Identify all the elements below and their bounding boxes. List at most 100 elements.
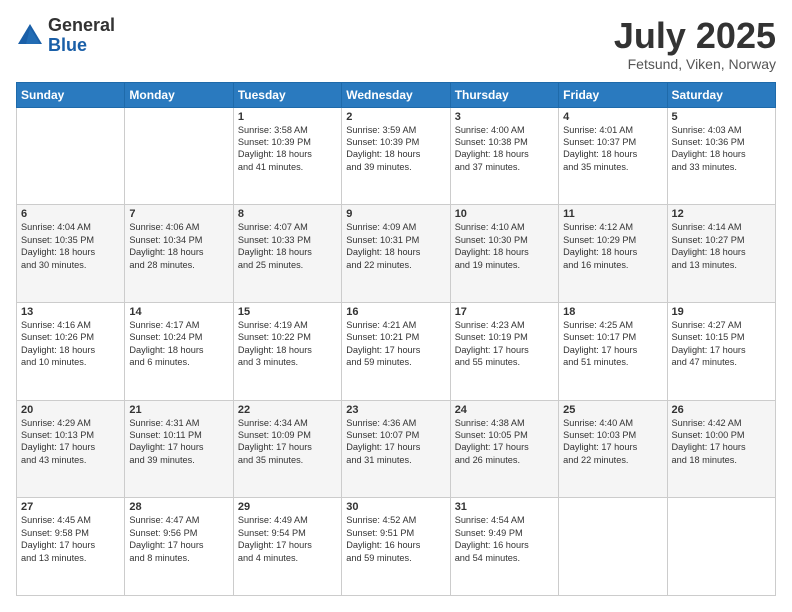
day-number: 10 — [455, 208, 554, 220]
calendar-cell: 7Sunrise: 4:06 AMSunset: 10:34 PMDayligh… — [125, 205, 233, 303]
cell-content: Sunrise: 4:34 AMSunset: 10:09 PMDaylight… — [238, 417, 337, 467]
calendar-cell: 18Sunrise: 4:25 AMSunset: 10:17 PMDaylig… — [559, 302, 667, 400]
calendar-header-sunday: Sunday — [17, 82, 125, 107]
cell-content: Sunrise: 4:47 AMSunset: 9:56 PMDaylight:… — [129, 514, 228, 564]
calendar-cell — [17, 107, 125, 205]
title-block: July 2025 Fetsund, Viken, Norway — [614, 16, 776, 72]
day-number: 16 — [346, 306, 445, 318]
cell-content: Sunrise: 4:04 AMSunset: 10:35 PMDaylight… — [21, 221, 120, 271]
calendar-cell: 22Sunrise: 4:34 AMSunset: 10:09 PMDaylig… — [233, 400, 341, 498]
calendar-cell: 28Sunrise: 4:47 AMSunset: 9:56 PMDayligh… — [125, 498, 233, 596]
cell-content: Sunrise: 4:40 AMSunset: 10:03 PMDaylight… — [563, 417, 662, 467]
day-number: 5 — [672, 111, 771, 123]
day-number: 12 — [672, 208, 771, 220]
calendar-cell: 9Sunrise: 4:09 AMSunset: 10:31 PMDayligh… — [342, 205, 450, 303]
calendar-cell: 14Sunrise: 4:17 AMSunset: 10:24 PMDaylig… — [125, 302, 233, 400]
calendar-cell: 13Sunrise: 4:16 AMSunset: 10:26 PMDaylig… — [17, 302, 125, 400]
calendar-cell — [667, 498, 775, 596]
calendar-cell: 5Sunrise: 4:03 AMSunset: 10:36 PMDayligh… — [667, 107, 775, 205]
calendar-cell: 11Sunrise: 4:12 AMSunset: 10:29 PMDaylig… — [559, 205, 667, 303]
calendar-week-row: 1Sunrise: 3:58 AMSunset: 10:39 PMDayligh… — [17, 107, 776, 205]
day-number: 11 — [563, 208, 662, 220]
cell-content: Sunrise: 4:23 AMSunset: 10:19 PMDaylight… — [455, 319, 554, 369]
day-number: 26 — [672, 404, 771, 416]
calendar-cell: 27Sunrise: 4:45 AMSunset: 9:58 PMDayligh… — [17, 498, 125, 596]
day-number: 2 — [346, 111, 445, 123]
calendar-cell: 26Sunrise: 4:42 AMSunset: 10:00 PMDaylig… — [667, 400, 775, 498]
day-number: 30 — [346, 501, 445, 513]
day-number: 27 — [21, 501, 120, 513]
calendar-header-saturday: Saturday — [667, 82, 775, 107]
cell-content: Sunrise: 4:54 AMSunset: 9:49 PMDaylight:… — [455, 514, 554, 564]
month-title: July 2025 — [614, 16, 776, 56]
calendar-cell: 1Sunrise: 3:58 AMSunset: 10:39 PMDayligh… — [233, 107, 341, 205]
calendar-cell: 24Sunrise: 4:38 AMSunset: 10:05 PMDaylig… — [450, 400, 558, 498]
cell-content: Sunrise: 4:16 AMSunset: 10:26 PMDaylight… — [21, 319, 120, 369]
calendar-cell: 6Sunrise: 4:04 AMSunset: 10:35 PMDayligh… — [17, 205, 125, 303]
calendar-cell: 21Sunrise: 4:31 AMSunset: 10:11 PMDaylig… — [125, 400, 233, 498]
day-number: 24 — [455, 404, 554, 416]
calendar-cell: 25Sunrise: 4:40 AMSunset: 10:03 PMDaylig… — [559, 400, 667, 498]
day-number: 8 — [238, 208, 337, 220]
calendar-header-wednesday: Wednesday — [342, 82, 450, 107]
cell-content: Sunrise: 4:49 AMSunset: 9:54 PMDaylight:… — [238, 514, 337, 564]
cell-content: Sunrise: 4:45 AMSunset: 9:58 PMDaylight:… — [21, 514, 120, 564]
cell-content: Sunrise: 4:42 AMSunset: 10:00 PMDaylight… — [672, 417, 771, 467]
day-number: 19 — [672, 306, 771, 318]
calendar-cell: 20Sunrise: 4:29 AMSunset: 10:13 PMDaylig… — [17, 400, 125, 498]
calendar-cell — [125, 107, 233, 205]
cell-content: Sunrise: 4:07 AMSunset: 10:33 PMDaylight… — [238, 221, 337, 271]
cell-content: Sunrise: 4:36 AMSunset: 10:07 PMDaylight… — [346, 417, 445, 467]
day-number: 6 — [21, 208, 120, 220]
calendar-cell: 30Sunrise: 4:52 AMSunset: 9:51 PMDayligh… — [342, 498, 450, 596]
calendar-cell: 15Sunrise: 4:19 AMSunset: 10:22 PMDaylig… — [233, 302, 341, 400]
cell-content: Sunrise: 4:19 AMSunset: 10:22 PMDaylight… — [238, 319, 337, 369]
day-number: 28 — [129, 501, 228, 513]
calendar-cell: 8Sunrise: 4:07 AMSunset: 10:33 PMDayligh… — [233, 205, 341, 303]
cell-content: Sunrise: 4:25 AMSunset: 10:17 PMDaylight… — [563, 319, 662, 369]
calendar-week-row: 27Sunrise: 4:45 AMSunset: 9:58 PMDayligh… — [17, 498, 776, 596]
day-number: 17 — [455, 306, 554, 318]
cell-content: Sunrise: 3:58 AMSunset: 10:39 PMDaylight… — [238, 124, 337, 174]
calendar-table: SundayMondayTuesdayWednesdayThursdayFrid… — [16, 82, 776, 596]
calendar-header-monday: Monday — [125, 82, 233, 107]
calendar-cell: 31Sunrise: 4:54 AMSunset: 9:49 PMDayligh… — [450, 498, 558, 596]
logo: General Blue — [16, 16, 115, 56]
calendar-header-row: SundayMondayTuesdayWednesdayThursdayFrid… — [17, 82, 776, 107]
day-number: 29 — [238, 501, 337, 513]
day-number: 3 — [455, 111, 554, 123]
day-number: 23 — [346, 404, 445, 416]
calendar-cell: 10Sunrise: 4:10 AMSunset: 10:30 PMDaylig… — [450, 205, 558, 303]
cell-content: Sunrise: 4:31 AMSunset: 10:11 PMDaylight… — [129, 417, 228, 467]
cell-content: Sunrise: 4:03 AMSunset: 10:36 PMDaylight… — [672, 124, 771, 174]
cell-content: Sunrise: 4:06 AMSunset: 10:34 PMDaylight… — [129, 221, 228, 271]
cell-content: Sunrise: 4:10 AMSunset: 10:30 PMDaylight… — [455, 221, 554, 271]
calendar-cell: 2Sunrise: 3:59 AMSunset: 10:39 PMDayligh… — [342, 107, 450, 205]
day-number: 15 — [238, 306, 337, 318]
calendar-header-thursday: Thursday — [450, 82, 558, 107]
cell-content: Sunrise: 4:17 AMSunset: 10:24 PMDaylight… — [129, 319, 228, 369]
calendar-week-row: 13Sunrise: 4:16 AMSunset: 10:26 PMDaylig… — [17, 302, 776, 400]
header: General Blue July 2025 Fetsund, Viken, N… — [16, 16, 776, 72]
cell-content: Sunrise: 3:59 AMSunset: 10:39 PMDaylight… — [346, 124, 445, 174]
day-number: 1 — [238, 111, 337, 123]
calendar-week-row: 6Sunrise: 4:04 AMSunset: 10:35 PMDayligh… — [17, 205, 776, 303]
calendar-week-row: 20Sunrise: 4:29 AMSunset: 10:13 PMDaylig… — [17, 400, 776, 498]
calendar-cell: 29Sunrise: 4:49 AMSunset: 9:54 PMDayligh… — [233, 498, 341, 596]
day-number: 31 — [455, 501, 554, 513]
cell-content: Sunrise: 4:29 AMSunset: 10:13 PMDaylight… — [21, 417, 120, 467]
logo-blue: Blue — [48, 36, 115, 56]
calendar-cell: 3Sunrise: 4:00 AMSunset: 10:38 PMDayligh… — [450, 107, 558, 205]
calendar-header-friday: Friday — [559, 82, 667, 107]
calendar-cell: 4Sunrise: 4:01 AMSunset: 10:37 PMDayligh… — [559, 107, 667, 205]
day-number: 22 — [238, 404, 337, 416]
day-number: 18 — [563, 306, 662, 318]
day-number: 25 — [563, 404, 662, 416]
cell-content: Sunrise: 4:38 AMSunset: 10:05 PMDaylight… — [455, 417, 554, 467]
cell-content: Sunrise: 4:21 AMSunset: 10:21 PMDaylight… — [346, 319, 445, 369]
calendar-cell: 12Sunrise: 4:14 AMSunset: 10:27 PMDaylig… — [667, 205, 775, 303]
day-number: 21 — [129, 404, 228, 416]
logo-text: General Blue — [48, 16, 115, 56]
cell-content: Sunrise: 4:00 AMSunset: 10:38 PMDaylight… — [455, 124, 554, 174]
day-number: 20 — [21, 404, 120, 416]
